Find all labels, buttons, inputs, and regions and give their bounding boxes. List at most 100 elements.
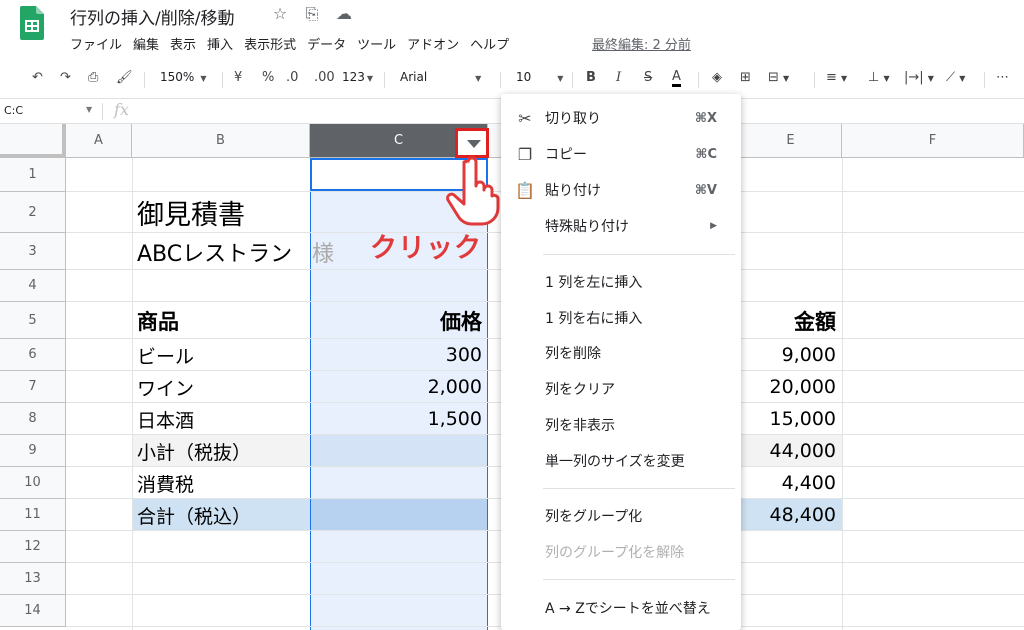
fill-color-icon[interactable]: ◈ [712, 70, 722, 85]
menu-help[interactable]: ヘルプ [470, 34, 509, 53]
cell-b7[interactable]: ワイン [137, 371, 194, 403]
menu-item-delete-column[interactable]: 列を削除 [501, 336, 741, 370]
menu-insert[interactable]: 挿入 [207, 34, 233, 53]
cell-e8[interactable]: 15,000 [742, 403, 836, 435]
menu-tools[interactable]: ツール [357, 34, 396, 53]
name-box[interactable]: C:C [4, 104, 23, 117]
menu-item-group-column[interactable]: 列をグループ化 [501, 499, 741, 533]
menu-file[interactable]: ファイル [70, 34, 122, 53]
row-header-8[interactable]: 8 [0, 403, 66, 435]
cell-b9[interactable]: 小計（税抜） [137, 435, 251, 467]
redo-icon[interactable]: ↷ [60, 70, 71, 85]
cell-e7[interactable]: 20,000 [742, 371, 836, 403]
menu-item-copy[interactable]: ❐ コピー ⌘C [501, 137, 741, 171]
currency-format-button[interactable]: ¥ [234, 70, 242, 85]
column-header-b[interactable]: B [132, 124, 310, 158]
strikethrough-button[interactable]: S [644, 70, 652, 85]
cloud-saved-icon[interactable]: ☁ [334, 4, 354, 24]
menu-item-insert-right[interactable]: 1 列を右に挿入 [501, 301, 741, 335]
decrease-decimal-button[interactable]: .0 [286, 70, 298, 85]
column-context-menu: ✂ 切り取り ⌘X ❐ コピー ⌘C 📋 貼り付け ⌘V 特殊貼り付け ▶ 1 … [501, 94, 741, 630]
cell-c8[interactable]: 1,500 [312, 403, 482, 435]
row-header-2[interactable]: 2 [0, 192, 66, 233]
increase-decimal-button[interactable]: .00 [314, 70, 335, 85]
row-header-4[interactable]: 4 [0, 270, 66, 302]
move-to-folder-icon[interactable]: ⎘ [302, 4, 322, 24]
function-icon: fx [114, 100, 129, 119]
row-header-3[interactable]: 3 [0, 233, 66, 270]
font-select[interactable]: Arial ▼ [400, 70, 490, 84]
row-header-9[interactable]: 9 [0, 435, 66, 467]
horizontal-align-icon[interactable]: ≡ ▼ [826, 70, 847, 85]
menu-item-resize-column[interactable]: 単一列のサイズを変更 [501, 444, 741, 478]
undo-icon[interactable]: ↶ [32, 70, 43, 85]
row-header-12[interactable]: 12 [0, 531, 66, 563]
star-icon[interactable]: ☆ [270, 4, 290, 24]
text-rotate-icon[interactable]: ⟋ ▼ [946, 70, 965, 85]
column-c-dropdown-button[interactable] [455, 128, 489, 158]
last-edit-link[interactable]: 最終編集: 2 分前 [592, 34, 691, 53]
menu-item-hide-column[interactable]: 列を非表示 [501, 408, 741, 442]
bold-button[interactable]: B [586, 70, 596, 85]
row-header-10[interactable]: 10 [0, 467, 66, 499]
column-header-e[interactable]: E [740, 124, 842, 158]
menu-item-insert-left[interactable]: 1 列を左に挿入 [501, 265, 741, 299]
pointing-hand-icon [446, 156, 500, 226]
row-header-1[interactable]: 1 [0, 158, 66, 192]
row-header-6[interactable]: 6 [0, 339, 66, 371]
merge-cells-icon[interactable]: ⊟ ▼ [768, 70, 789, 85]
cell-e11[interactable]: 48,400 [742, 499, 836, 531]
cell-c3[interactable]: 様 [312, 233, 334, 270]
cell-e5[interactable]: 金額 [742, 302, 836, 339]
cell-e6[interactable]: 9,000 [742, 339, 836, 371]
document-title[interactable]: 行列の挿入/削除/移動 [70, 4, 234, 29]
row-header-7[interactable]: 7 [0, 371, 66, 403]
row-header-13[interactable]: 13 [0, 563, 66, 595]
cell-b3[interactable]: ABCレストラン [137, 233, 292, 270]
zoom-select[interactable]: 150% ▼ [160, 70, 206, 84]
copy-icon: ❐ [517, 144, 533, 164]
cell-b8[interactable]: 日本酒 [137, 403, 194, 435]
cell-b2[interactable]: 御見積書 [137, 192, 245, 233]
cell-b5[interactable]: 商品 [137, 302, 179, 339]
menu-edit[interactable]: 編集 [133, 34, 159, 53]
chevron-down-icon [467, 140, 481, 148]
row-header-14[interactable]: 14 [0, 595, 66, 627]
more-options-icon[interactable]: ⋯ [996, 70, 1009, 85]
menu-item-paste[interactable]: 📋 貼り付け ⌘V [501, 173, 741, 207]
cell-e9[interactable]: 44,000 [742, 435, 836, 467]
menu-format[interactable]: 表示形式 [244, 34, 296, 53]
menu-item-cut[interactable]: ✂ 切り取り ⌘X [501, 101, 741, 135]
cell-c5[interactable]: 価格 [312, 302, 482, 339]
select-all-corner[interactable] [0, 124, 66, 158]
menu-bar: ファイル 編集 表示 挿入 表示形式 データ ツール アドオン ヘルプ [70, 34, 520, 53]
cell-e10[interactable]: 4,400 [742, 467, 836, 499]
row-header-5[interactable]: 5 [0, 302, 66, 339]
cell-b11[interactable]: 合計（税込） [137, 499, 251, 531]
menu-item-paste-special[interactable]: 特殊貼り付け ▶ [501, 209, 741, 243]
paint-format-icon[interactable]: 🖌 [116, 70, 133, 85]
row-header-11[interactable]: 11 [0, 499, 66, 531]
borders-icon[interactable]: ⊞ [740, 70, 751, 85]
cell-c7[interactable]: 2,000 [312, 371, 482, 403]
sheets-logo-icon[interactable] [20, 6, 44, 40]
menu-item-sort-az[interactable]: A → Zでシートを並べ替え [501, 591, 741, 625]
menu-addons[interactable]: アドオン [407, 34, 459, 53]
number-format-select[interactable]: 123 ▼ [342, 70, 373, 84]
column-header-f[interactable]: F [842, 124, 1024, 158]
font-size-select[interactable]: 10 ▼ [516, 70, 563, 84]
cell-b10[interactable]: 消費税 [137, 467, 194, 499]
percent-format-button[interactable]: % [262, 70, 274, 85]
column-header-a[interactable]: A [66, 124, 132, 158]
menu-data[interactable]: データ [307, 34, 346, 53]
text-color-button[interactable]: A [672, 70, 681, 87]
cell-b6[interactable]: ビール [137, 339, 194, 371]
cell-c6[interactable]: 300 [312, 339, 482, 371]
vertical-align-icon[interactable]: ⊥ ▼ [868, 70, 890, 85]
italic-button[interactable]: I [616, 70, 621, 85]
text-wrap-icon[interactable]: |→| ▼ [904, 70, 934, 85]
menu-view[interactable]: 表示 [170, 34, 196, 53]
name-box-dropdown-icon[interactable]: ▼ [86, 105, 92, 114]
print-icon[interactable]: ⎙ [88, 70, 98, 85]
menu-item-clear-column[interactable]: 列をクリア [501, 372, 741, 406]
